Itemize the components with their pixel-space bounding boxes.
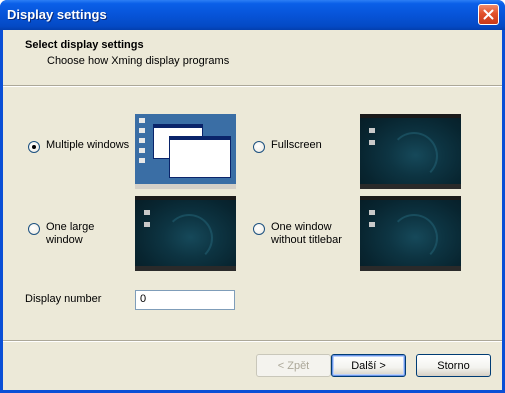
radio-label-one-window-no-titlebar-line1: One window [271, 221, 332, 233]
close-icon [483, 9, 494, 20]
radio-label-one-window-no-titlebar-line2: without titlebar [271, 234, 342, 246]
radio-label-one-window-no-titlebar: One window without titlebar [271, 221, 342, 247]
next-button[interactable]: Další > [331, 354, 406, 377]
radio-one-window-no-titlebar[interactable] [253, 223, 265, 235]
preview-one-window-no-titlebar [360, 196, 461, 271]
radio-label-one-large-window-line2: window [46, 234, 83, 246]
window-title: Display settings [7, 7, 107, 22]
page-subtitle: Choose how Xming display programs [47, 55, 230, 67]
radio-multiple-windows[interactable] [28, 141, 40, 153]
cancel-button[interactable]: Storno [416, 354, 491, 377]
header-divider [3, 85, 502, 87]
preview-fullscreen [360, 114, 461, 189]
radio-label-one-large-window-line1: One large [46, 221, 95, 233]
preview-multiple-windows [135, 114, 236, 189]
dialog-client-area: Select display settings Choose how Xming… [3, 30, 502, 390]
radio-label-multiple-windows: Multiple windows [46, 139, 130, 151]
option-one-window-no-titlebar[interactable]: One window without titlebar [253, 221, 342, 247]
title-bar[interactable]: Display settings [0, 0, 505, 30]
display-number-label: Display number [25, 293, 102, 305]
option-fullscreen[interactable]: Fullscreen [253, 139, 322, 153]
radio-label-one-large-window: One large window [46, 221, 94, 247]
option-one-large-window[interactable]: One large window [28, 221, 94, 247]
wizard-header: Select display settings Choose how Xming… [3, 30, 502, 85]
radio-one-large-window[interactable] [28, 223, 40, 235]
footer-divider [3, 340, 502, 342]
close-button[interactable] [478, 4, 499, 25]
display-number-field[interactable]: 0 [135, 290, 235, 310]
preview-one-large-window [135, 196, 236, 271]
back-button[interactable]: < Zpět [256, 354, 331, 377]
option-multiple-windows[interactable]: Multiple windows [28, 139, 129, 153]
page-title: Select display settings [25, 39, 144, 51]
dialog-window: Display settings Select display settings… [0, 0, 505, 393]
radio-label-fullscreen: Fullscreen [271, 139, 322, 151]
radio-fullscreen[interactable] [253, 141, 265, 153]
